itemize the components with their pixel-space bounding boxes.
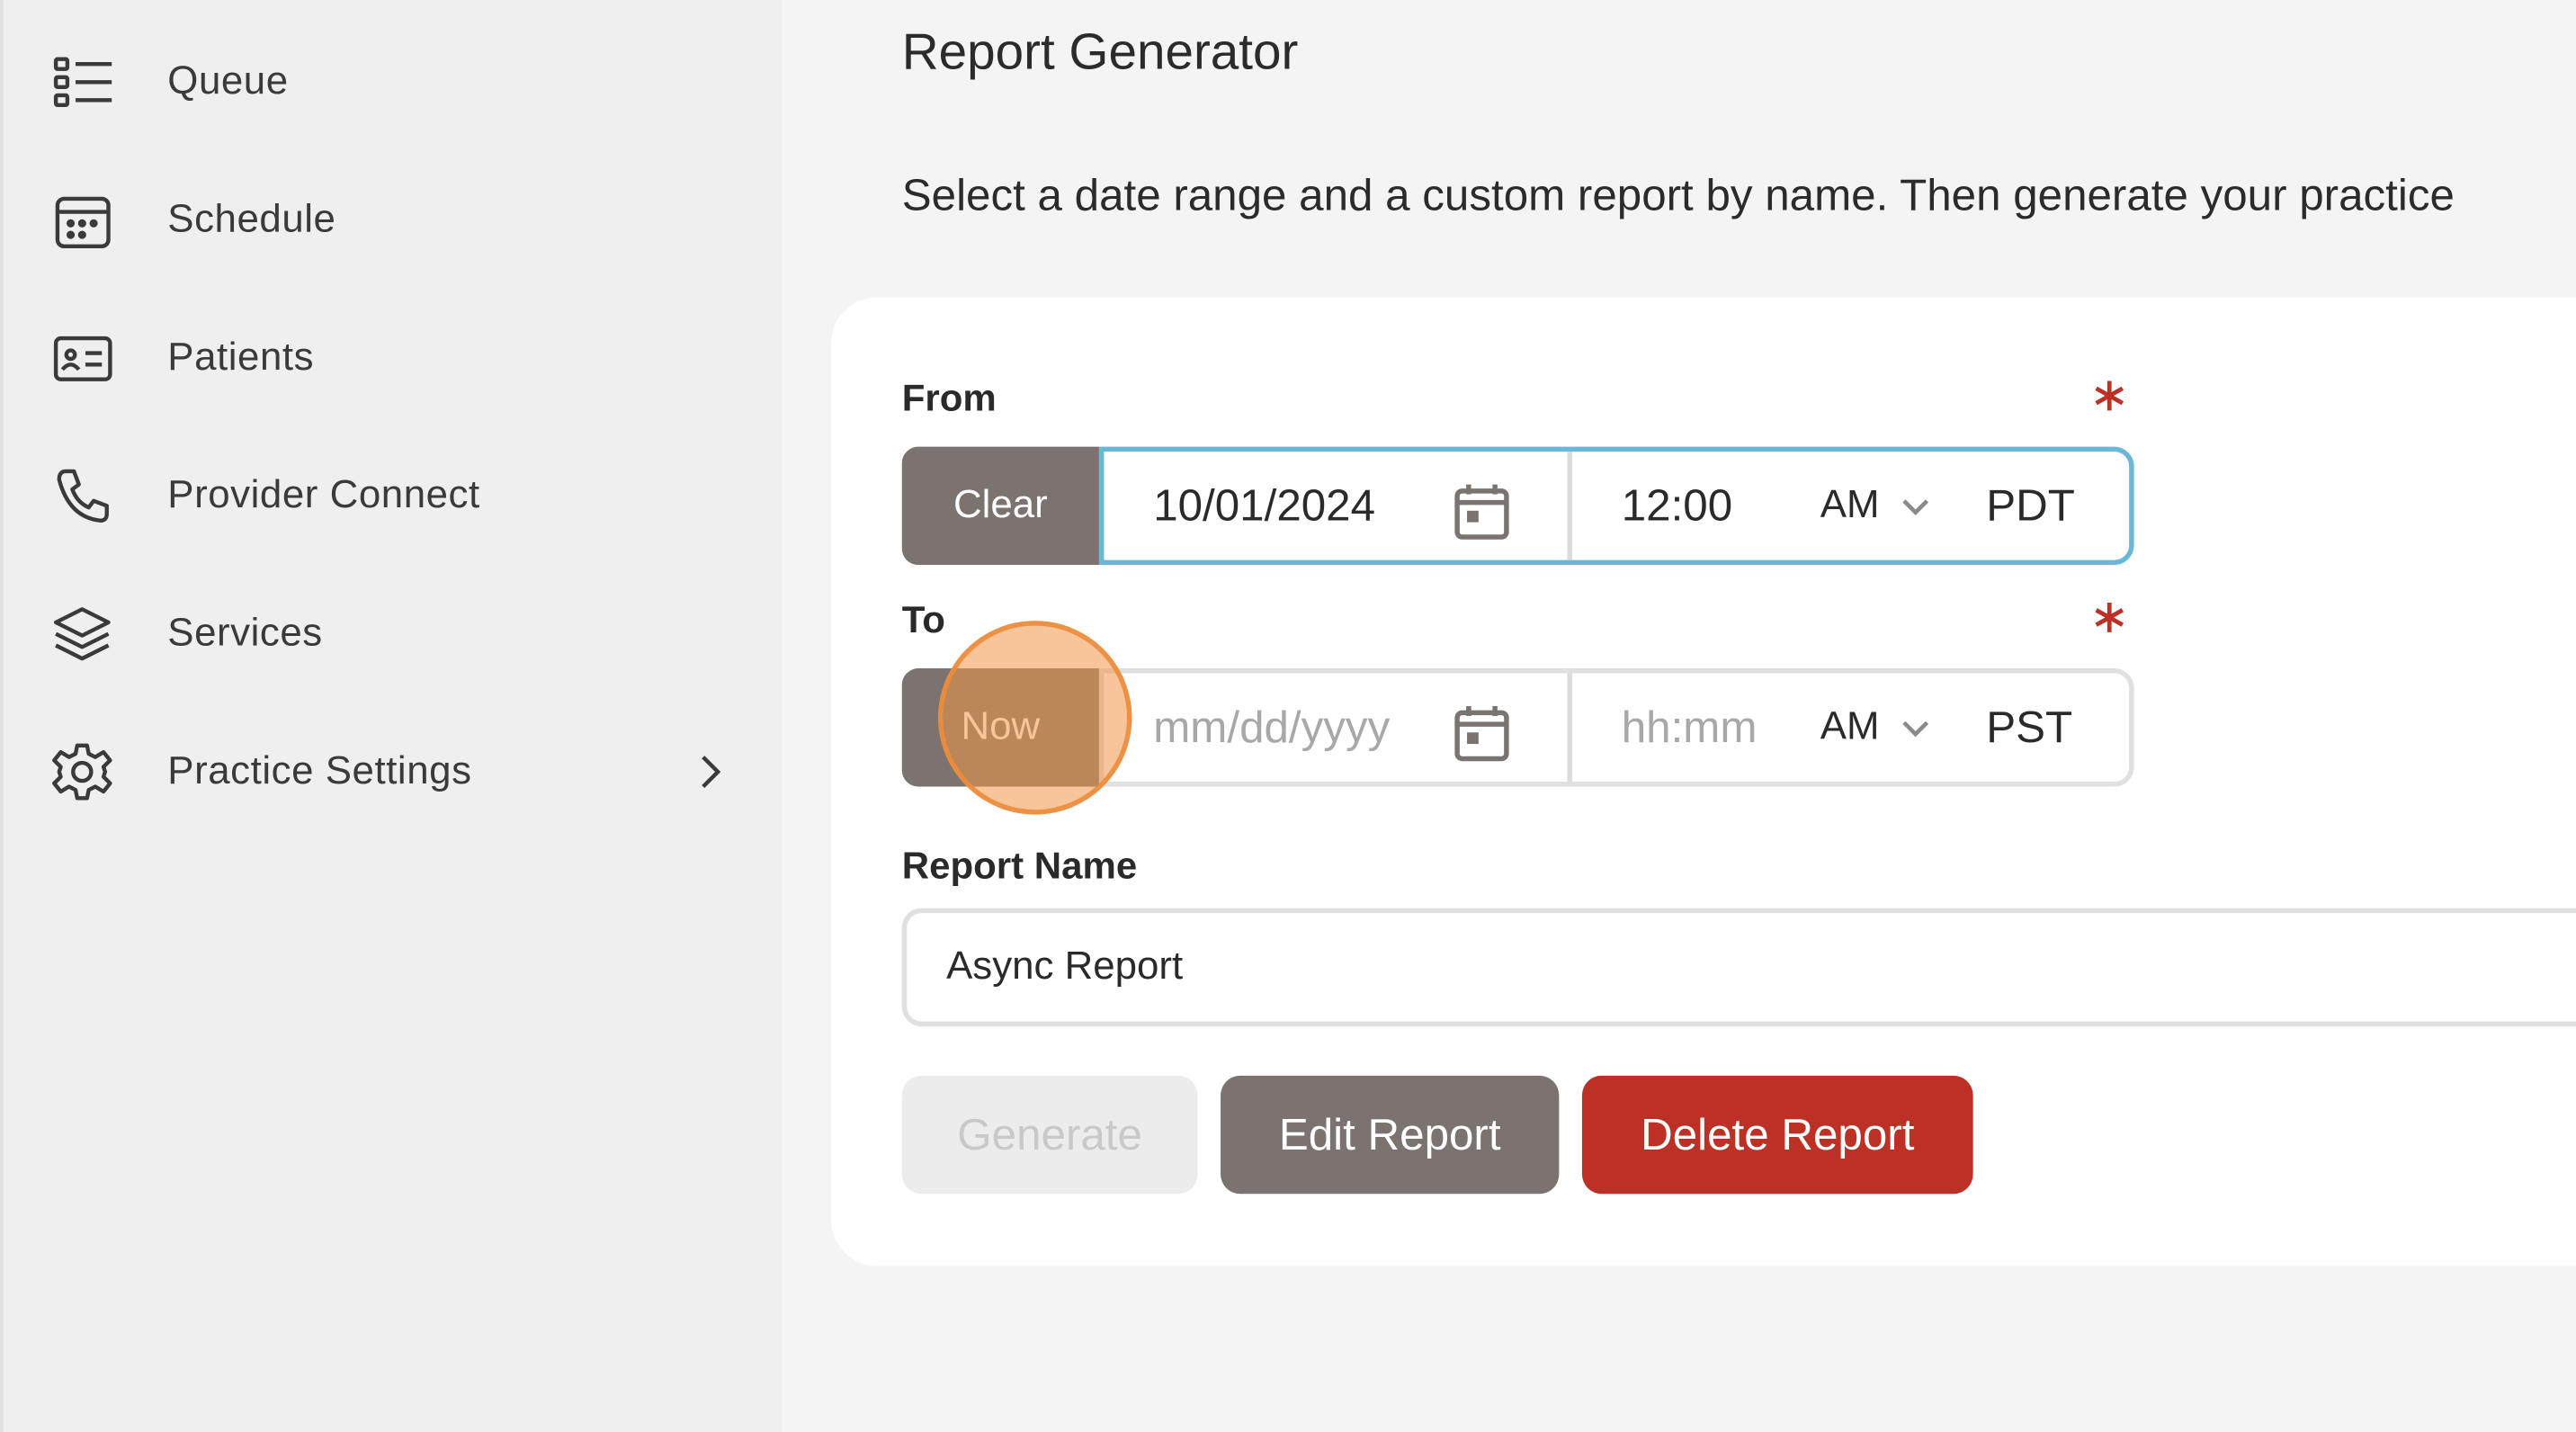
phone-icon <box>49 463 115 529</box>
sidebar-item-practice-settings[interactable]: Practice Settings <box>49 726 756 818</box>
to-datetime-field: mm/dd/yyyy hh:mm AM PST <box>1098 668 2134 787</box>
from-label: From <box>901 376 997 419</box>
to-date-input[interactable]: mm/dd/yyyy <box>1153 674 1416 782</box>
sidebar-item-label: Queue <box>167 58 289 104</box>
to-time-input[interactable]: hh:mm <box>1622 674 1786 782</box>
id-card-icon <box>49 325 115 390</box>
from-ampm-select[interactable]: AM <box>1820 452 1936 559</box>
ampm-value: AM <box>1820 482 1880 528</box>
app-window: Queue Schedule Patients Provider Connect… <box>0 0 2576 1432</box>
sidebar-item-label: Patients <box>167 335 315 380</box>
clear-button[interactable]: Clear <box>901 446 1099 566</box>
field-divider <box>1567 673 1572 783</box>
calendar-icon <box>49 187 115 253</box>
generate-button[interactable]: Generate <box>901 1075 1198 1195</box>
sidebar: Queue Schedule Patients Provider Connect… <box>0 0 783 1432</box>
now-button[interactable]: Now <box>901 668 1099 787</box>
to-timezone: PST <box>1986 702 2073 752</box>
gear-icon <box>49 739 115 805</box>
report-name-label: Report Name <box>901 844 1138 887</box>
sidebar-item-label: Practice Settings <box>167 748 472 793</box>
to-ampm-select[interactable]: AM <box>1820 674 1936 782</box>
ampm-value: AM <box>1820 704 1880 749</box>
from-datetime-field: 10/01/2024 12:00 AM PDT <box>1098 446 2134 566</box>
list-icon <box>49 49 115 115</box>
chevron-down-icon <box>1902 720 1929 738</box>
sidebar-item-label: Services <box>167 611 323 656</box>
sidebar-item-label: Provider Connect <box>167 472 480 518</box>
required-asterisk-icon <box>2095 603 2124 632</box>
from-time-input[interactable]: 12:00 <box>1622 452 1786 559</box>
layers-icon <box>49 601 115 667</box>
from-timezone: PDT <box>1986 480 2075 530</box>
delete-report-button[interactable]: Delete Report <box>1581 1075 1973 1195</box>
main-content: Report Generator Select a date range and… <box>782 0 2576 1432</box>
from-date-input[interactable]: 10/01/2024 <box>1153 452 1416 559</box>
required-asterisk-icon <box>2095 380 2124 411</box>
sidebar-item-label: Schedule <box>167 197 336 242</box>
calendar-icon[interactable] <box>1449 478 1515 543</box>
to-datetime-group: Now mm/dd/yyyy hh:mm AM PST <box>901 668 2134 787</box>
page-description: Select a date range and a custom report … <box>901 170 2455 220</box>
chevron-right-icon <box>702 756 721 789</box>
edit-report-button[interactable]: Edit Report <box>1221 1075 1560 1195</box>
sidebar-item-queue[interactable]: Queue <box>49 36 756 128</box>
report-form-card: From Clear 10/01/2024 12:00 AM PDT To No… <box>831 297 2576 1266</box>
sidebar-item-provider-connect[interactable]: Provider Connect <box>49 450 756 541</box>
calendar-icon[interactable] <box>1449 700 1515 765</box>
sidebar-item-schedule[interactable]: Schedule <box>49 175 756 266</box>
sidebar-item-patients[interactable]: Patients <box>49 312 756 404</box>
chevron-down-icon <box>1902 499 1929 515</box>
to-label: To <box>901 597 945 641</box>
from-datetime-group: Clear 10/01/2024 12:00 AM PDT <box>901 446 2134 566</box>
page-title: Report Generator <box>901 22 1299 81</box>
sidebar-item-services[interactable]: Services <box>49 588 756 680</box>
report-name-input[interactable]: Async Report <box>901 908 2576 1027</box>
field-divider <box>1567 452 1572 560</box>
